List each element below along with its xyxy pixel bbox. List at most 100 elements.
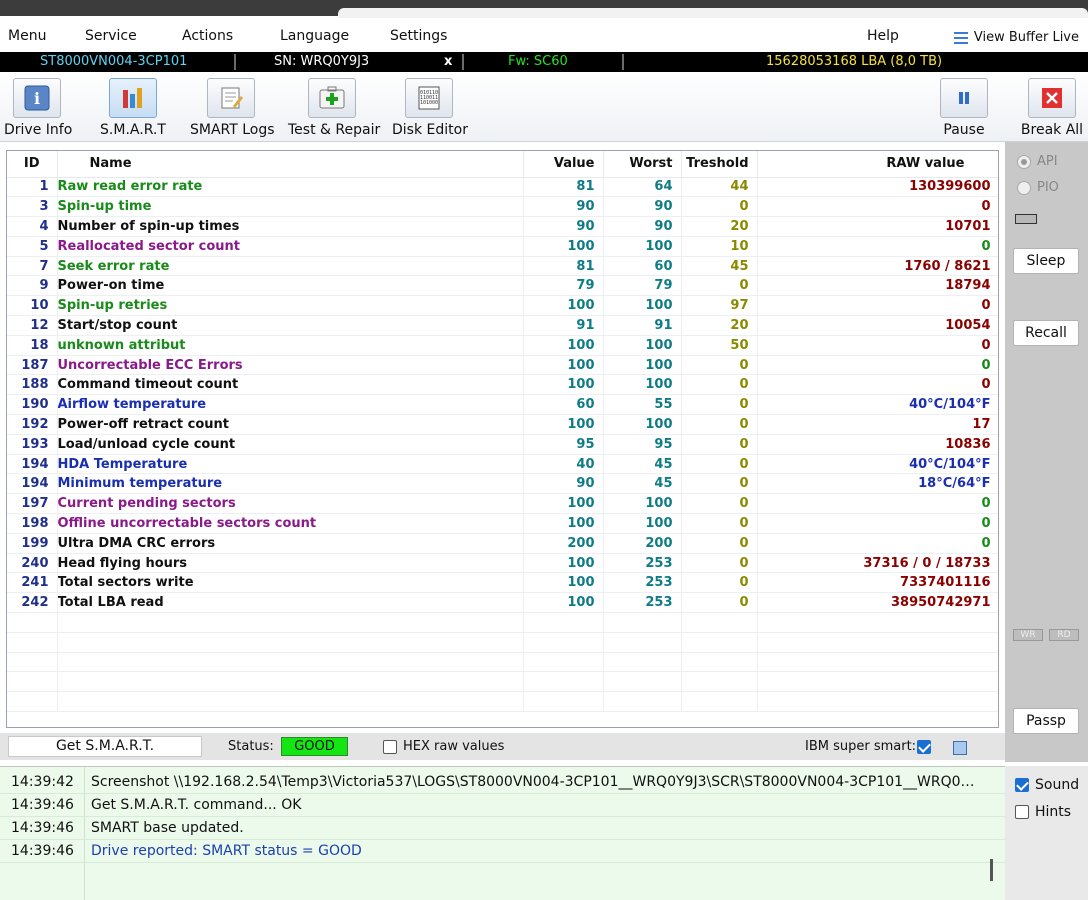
table-row[interactable]: 9 Power-on time 79 79 0 18794 <box>7 275 998 297</box>
log-time: 14:39:46 <box>11 820 74 836</box>
ibm-super-smart-label: IBM super smart: <box>805 739 917 754</box>
pause-button[interactable]: Pause <box>938 78 990 138</box>
table-row[interactable]: 241 Total sectors write 100 253 0 7337401116 <box>7 572 998 594</box>
break-all-button[interactable]: Break All <box>1020 78 1084 138</box>
table-row[interactable]: 4 Number of spin-up times 90 90 20 10701 <box>7 216 998 237</box>
menu-menu[interactable]: Menu <box>8 28 46 44</box>
hex-raw-values-checkbox[interactable] <box>383 740 397 754</box>
table-row[interactable]: 192 Power-off retract count 100 100 0 17 <box>7 414 998 435</box>
attr-worst: 100 <box>603 513 682 534</box>
attr-value: 95 <box>523 434 604 455</box>
view-buffer-live-button[interactable]: View Buffer Live <box>953 30 1079 45</box>
attr-raw-value: 18794 <box>757 275 998 297</box>
empty-cell <box>603 612 682 633</box>
attr-value: 100 <box>523 592 604 614</box>
attr-worst: 100 <box>603 295 682 317</box>
attr-id: 241 <box>7 572 58 594</box>
empty-cell <box>681 671 758 693</box>
color-swatch[interactable] <box>953 741 967 755</box>
attr-worst: 100 <box>603 414 682 435</box>
col-header-id[interactable]: ID <box>7 151 58 178</box>
table-row[interactable]: 198 Offline uncorrectable sectors count 10… <box>7 513 998 534</box>
table-row[interactable]: 12 Start/stop count 91 91 20 10054 <box>7 315 998 336</box>
attr-threshold: 20 <box>681 216 758 237</box>
table-row[interactable]: 242 Total LBA read 100 253 0 38950742971 <box>7 592 998 614</box>
attr-name: Load/unload cycle count <box>57 434 524 455</box>
hints-toggle[interactable]: Hints <box>1015 804 1071 820</box>
empty-cell <box>603 691 682 713</box>
table-row[interactable]: 7 Seek error rate 81 60 45 1760 / 8621 <box>7 256 998 277</box>
attr-value: 100 <box>523 553 604 574</box>
api-mode-radio[interactable]: API <box>1017 154 1058 169</box>
main-toolbar: i Drive Info S.M.A.R.T SMART Logs Test &… <box>0 72 1088 142</box>
attr-id: 190 <box>7 394 58 416</box>
smart-logs-button[interactable]: SMART Logs <box>190 78 275 138</box>
ibm-super-smart-checkbox[interactable] <box>917 740 931 754</box>
attr-name: Power-on time <box>57 275 524 297</box>
menu-language[interactable]: Language <box>280 28 349 44</box>
col-header-name[interactable]: Name <box>57 151 524 178</box>
table-row[interactable]: 10 Spin-up retries 100 100 97 0 <box>7 295 998 317</box>
get-smart-button[interactable]: Get S.M.A.R.T. <box>8 736 202 757</box>
attr-value: 40 <box>523 454 604 475</box>
stop-x-icon <box>1028 78 1076 118</box>
attr-id: 187 <box>7 355 58 376</box>
attr-value: 81 <box>523 256 604 277</box>
table-row[interactable]: 3 Spin-up time 90 90 0 0 <box>7 196 998 218</box>
attr-id: 194 <box>7 473 58 495</box>
table-row[interactable]: 188 Command timeout count 100 100 0 0 <box>7 374 998 396</box>
smart-button[interactable]: S.M.A.R.T <box>98 78 168 138</box>
table-row[interactable]: 190 Airflow temperature 60 55 0 40°C/104°F <box>7 394 998 416</box>
pio-mode-radio[interactable]: PIO <box>1017 180 1059 195</box>
sound-toggle[interactable]: Sound <box>1015 777 1079 793</box>
smart-bars-icon <box>109 78 157 118</box>
empty-cell <box>57 652 524 673</box>
col-header-threshold[interactable]: Treshold <box>681 151 758 178</box>
log-scrollbar[interactable] <box>990 859 993 881</box>
attr-threshold: 20 <box>681 315 758 336</box>
menu-actions[interactable]: Actions <box>182 28 233 44</box>
attr-threshold: 0 <box>681 533 758 554</box>
test-repair-button[interactable]: Test & Repair <box>288 78 380 138</box>
radio-icon <box>1017 154 1031 169</box>
close-drive-button[interactable]: x <box>444 52 452 72</box>
col-header-raw[interactable]: RAW value <box>757 151 998 178</box>
pause-icon <box>940 78 988 118</box>
list-icon <box>953 31 968 44</box>
drive-info-button[interactable]: i Drive Info <box>4 78 72 138</box>
attr-threshold: 0 <box>681 414 758 435</box>
menu-service[interactable]: Service <box>85 28 137 44</box>
menu-settings[interactable]: Settings <box>390 28 447 44</box>
disk-editor-button[interactable]: 010110 110011 101000 Disk Editor <box>392 78 468 138</box>
table-row[interactable]: 5 Reallocated sector count 100 100 10 0 <box>7 236 998 257</box>
menu-help[interactable]: Help <box>867 28 899 44</box>
checkbox-icon <box>1015 805 1029 819</box>
sleep-button[interactable]: Sleep <box>1013 248 1079 274</box>
table-row[interactable]: 193 Load/unload cycle count 95 95 0 10836 <box>7 434 998 455</box>
attr-raw-value: 37316 / 0 / 18733 <box>757 553 998 574</box>
table-row[interactable]: 187 Uncorrectable ECC Errors 100 100 0 0 <box>7 355 998 376</box>
attr-name: Number of spin-up times <box>57 216 524 237</box>
table-row[interactable]: 197 Current pending sectors 100 100 0 0 <box>7 493 998 515</box>
col-header-value[interactable]: Value <box>523 151 604 178</box>
attr-worst: 253 <box>603 553 682 574</box>
attr-worst: 100 <box>603 355 682 376</box>
hints-label: Hints <box>1035 804 1072 820</box>
menu-bar: Menu Service Actions Language Settings H… <box>0 24 1088 52</box>
table-row[interactable]: 199 Ultra DMA CRC errors 200 200 0 0 <box>7 533 998 554</box>
passp-button[interactable]: Passp <box>1013 708 1079 734</box>
table-row[interactable]: 194 Minimum temperature 90 45 0 18°C/64°F <box>7 473 998 495</box>
table-row[interactable]: 194 HDA Temperature 40 45 0 40°C/104°F <box>7 454 998 475</box>
attr-threshold: 0 <box>681 513 758 534</box>
table-row[interactable]: 240 Head flying hours 100 253 0 37316 / 0 / 1… <box>7 553 998 574</box>
col-header-worst[interactable]: Worst <box>603 151 682 178</box>
attr-name: Raw read error rate <box>57 177 524 198</box>
table-row[interactable]: 1 Raw read error rate 81 64 44 130399600 <box>7 177 998 198</box>
table-row[interactable]: 18 unknown attribut 100 100 50 0 <box>7 335 998 356</box>
api-label: API <box>1037 154 1058 169</box>
empty-cell <box>523 632 604 653</box>
attr-id: 5 <box>7 236 58 257</box>
recall-button[interactable]: Recall <box>1013 320 1079 346</box>
attr-name: Command timeout count <box>57 374 524 396</box>
browser-tab-edge <box>338 8 1088 18</box>
